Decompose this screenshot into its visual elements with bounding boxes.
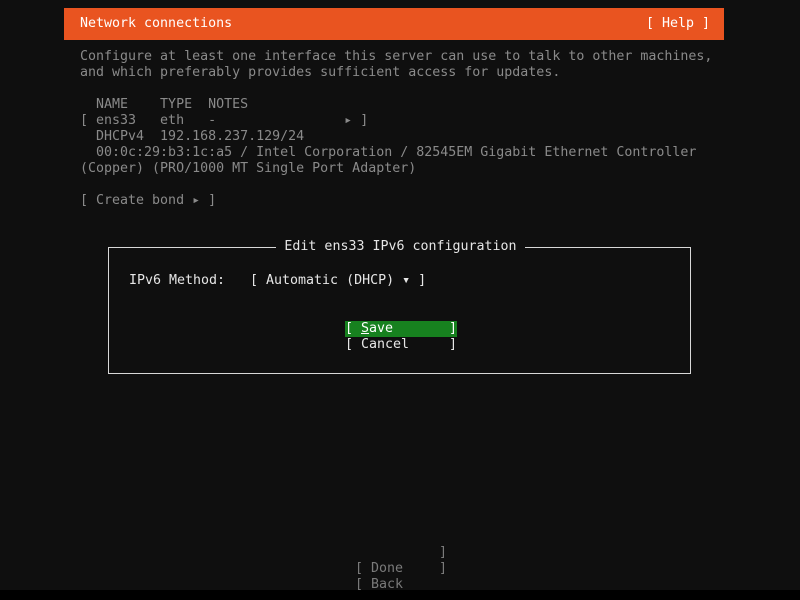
bottom-edge [0,590,800,600]
save-mnemonic: S [361,321,370,336]
help-button[interactable]: [ Help ] [646,16,710,32]
interface-row-ens33[interactable]: [ ens33 eth - ▸ ] [80,113,368,129]
table-header: NAME TYPE NOTES [80,97,249,112]
create-bond-button[interactable]: [ Create bond ▸ ] [80,193,216,209]
cancel-label: Cancel [361,337,410,352]
interface-address: DHCPv4 192.168.237.129/24 [80,129,305,144]
interface-hardware: 00:0c:29:b3:1c:a5 / Intel Corporation / … [80,145,697,160]
header-bar: Network connections [ Help ] [64,8,724,40]
save-button[interactable]: [ Save] [345,321,457,337]
interface-hardware-cont: (Copper) (PRO/1000 MT Single Port Adapte… [80,161,417,176]
intro-text-line-1: Configure at least one interface this se… [80,49,713,64]
back-button[interactable]: [ Back] [339,561,447,593]
page-title: Network connections [80,16,233,31]
cancel-button[interactable]: [Cancel] [345,337,457,353]
ipv6-method-label: IPv6 Method: [129,273,226,288]
intro-text-line-2: and which preferably provides sufficient… [80,65,561,80]
ipv6-config-dialog: Edit ens33 IPv6 configuration IPv6 Metho… [108,239,691,374]
dialog-title: Edit ens33 IPv6 configuration [276,239,525,254]
ipv6-method-select[interactable]: [ Automatic (DHCP) ▾ ] [250,273,426,289]
